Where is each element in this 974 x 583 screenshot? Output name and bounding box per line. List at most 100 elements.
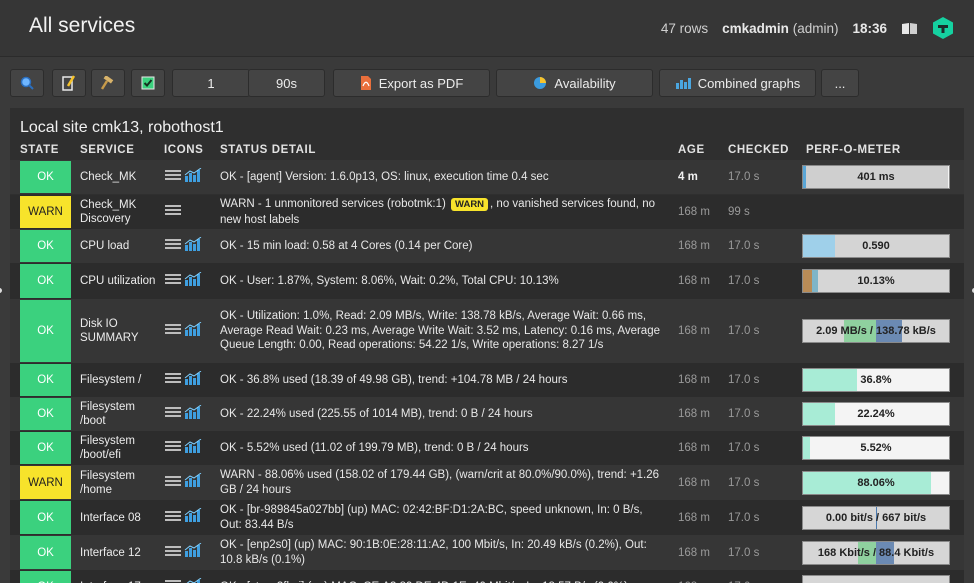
checked-value: 17.0 s: [728, 171, 760, 183]
age-value: 168 m: [678, 476, 710, 489]
col-service[interactable]: SERVICE: [80, 144, 134, 156]
perf-label: 2.09 MB/s / 138.78 kB/s: [816, 325, 936, 337]
service-name[interactable]: Disk IO SUMMARY: [80, 299, 160, 363]
refresh-interval[interactable]: 90s: [248, 69, 325, 97]
table-row[interactable]: OK Interface 08 OK - [br-989845a027bb] (up…: [10, 500, 964, 535]
action-menu-icon[interactable]: [165, 405, 181, 423]
status-detail: OK - [br-989845a027bb] (up) MAC: 02:42:B…: [220, 500, 665, 535]
status-detail-text: WARN - 1 unmonitored services (robotmk:1…: [220, 198, 450, 210]
graph-icon[interactable]: [184, 577, 202, 583]
graph-icon[interactable]: [184, 236, 202, 256]
age-value: 168 m: [678, 408, 710, 420]
status-detail-text: OK - Utilization: 1.0%, Read: 2.09 MB/s,…: [220, 310, 660, 352]
row-icons: [165, 363, 207, 397]
perf-o-meter[interactable]: 88.06%: [802, 471, 950, 495]
service-name[interactable]: Check_MK Discovery: [80, 195, 160, 229]
status-detail: OK - 15 min load: 0.58 at 4 Cores (0.14 …: [220, 229, 665, 263]
graph-icon[interactable]: [184, 404, 202, 424]
graph-icon[interactable]: [184, 507, 202, 527]
perf-o-meter[interactable]: 0.00 bit/s / 667 bit/s: [802, 506, 950, 530]
table-row[interactable]: OK Filesystem /boot OK - 22.24% used (225.…: [10, 397, 964, 431]
combined-graphs-button[interactable]: Combined graphs: [659, 69, 816, 97]
action-menu-icon[interactable]: [165, 322, 181, 340]
perf-o-meter[interactable]: 2.09 MB/s / 138.78 kB/s: [802, 319, 950, 343]
action-menu-icon[interactable]: [165, 272, 181, 290]
table-row[interactable]: OK Interface 12 OK - [enp2s0] (up) MAC: 90…: [10, 535, 964, 570]
service-name[interactable]: Filesystem /home: [80, 465, 160, 500]
row-count: 47 rows: [660, 20, 709, 36]
graph-icon[interactable]: [184, 271, 202, 291]
graph-icon[interactable]: [184, 167, 202, 187]
state-badge: OK: [20, 300, 71, 362]
status-detail-text: OK - 22.24% used (225.55 of 1014 MB), tr…: [220, 407, 533, 420]
table-row[interactable]: OK Filesystem /boot/efi OK - 5.52% used (1…: [10, 431, 964, 465]
col-status-detail[interactable]: STATUS DETAIL: [220, 144, 316, 156]
action-menu-icon[interactable]: [165, 168, 181, 186]
service-name[interactable]: Check_MK: [80, 160, 160, 194]
perf-o-meter[interactable]: 5.52%: [802, 436, 950, 460]
action-menu-icon[interactable]: [165, 371, 181, 389]
perf-o-meter[interactable]: [802, 575, 950, 583]
search-button[interactable]: [10, 69, 44, 97]
service-name[interactable]: Interface 17: [80, 570, 160, 583]
state-badge: OK: [20, 161, 71, 193]
perf-label: 22.24%: [857, 408, 895, 420]
service-name[interactable]: Interface 08: [80, 500, 160, 535]
table-row[interactable]: WARN Filesystem /home WARN - 88.06% used (…: [10, 465, 964, 500]
table-row[interactable]: OK Check_MK OK - [agent] Version: 1.6.0p13…: [10, 160, 964, 194]
service-name[interactable]: Filesystem /: [80, 363, 160, 397]
checkbox-toggle-button[interactable]: [131, 69, 165, 97]
edit-view-button[interactable]: [52, 69, 86, 97]
col-state[interactable]: STATE: [20, 144, 59, 156]
service-name[interactable]: Interface 12: [80, 535, 160, 570]
state-badge: OK: [20, 264, 71, 298]
graph-icon[interactable]: [184, 472, 202, 492]
action-menu-icon[interactable]: [165, 474, 181, 492]
service-name[interactable]: CPU load: [80, 229, 160, 263]
col-age[interactable]: AGE: [678, 144, 705, 156]
table-row[interactable]: OK Interface 17 OK - [ztyxa3fbyi] (up) MAC…: [10, 570, 964, 583]
user-info[interactable]: cmkadmin (admin): [722, 21, 838, 36]
service-name[interactable]: Filesystem /boot/efi: [80, 431, 160, 465]
status-detail-text: OK - 15 min load: 0.58 at 4 Cores (0.14 …: [220, 239, 473, 252]
bookmark-book-icon[interactable]: [901, 22, 918, 35]
table-row[interactable]: OK Filesystem / OK - 36.8% used (18.39 of …: [10, 363, 964, 397]
more-button[interactable]: ...: [821, 69, 859, 97]
export-pdf-button[interactable]: Export as PDF: [333, 69, 490, 97]
graph-icon[interactable]: [184, 542, 202, 562]
table-row[interactable]: OK CPU utilization OK - User: 1.87%, Syste…: [10, 263, 964, 299]
perf-o-meter[interactable]: 10.13%: [802, 269, 950, 293]
action-menu-icon[interactable]: [165, 203, 181, 221]
graph-icon[interactable]: [184, 370, 202, 390]
checkbox-icon: [141, 76, 155, 90]
perf-o-meter[interactable]: 168 Kbit/s / 88.4 Kbit/s: [802, 541, 950, 565]
service-name[interactable]: CPU utilization: [80, 263, 160, 299]
action-menu-icon[interactable]: [165, 237, 181, 255]
availability-icon: [534, 77, 547, 89]
availability-label: Availability: [554, 75, 616, 91]
perf-o-meter[interactable]: 401 ms: [802, 165, 950, 189]
refresh-count[interactable]: 1: [172, 69, 250, 97]
action-menu-icon[interactable]: [165, 544, 181, 562]
table-row[interactable]: WARN Check_MK Discovery WARN - 1 unmonitor…: [10, 195, 964, 229]
table-row[interactable]: OK Disk IO SUMMARY OK - Utilization: 1.0%,…: [10, 299, 964, 363]
action-menu-icon[interactable]: [165, 509, 181, 527]
table-row[interactable]: OK CPU load OK - 15 min load: 0.58 at 4 Co…: [10, 229, 964, 263]
perf-label: 0.590: [862, 240, 890, 252]
perf-o-meter[interactable]: 36.8%: [802, 368, 950, 392]
col-perfometer[interactable]: PERF-O-METER: [806, 144, 901, 156]
perf-o-meter[interactable]: 22.24%: [802, 402, 950, 426]
col-checked[interactable]: CHECKED: [728, 144, 789, 156]
perf-o-meter[interactable]: 0.590: [802, 234, 950, 258]
graph-icon[interactable]: [184, 321, 202, 341]
col-icons[interactable]: ICONS: [164, 144, 203, 156]
service-name[interactable]: Filesystem /boot: [80, 397, 160, 431]
availability-button[interactable]: Availability: [496, 69, 653, 97]
state-badge: WARN: [20, 466, 71, 499]
checkmk-logo-icon[interactable]: [932, 17, 954, 39]
graph-icon[interactable]: [184, 438, 202, 458]
commands-button[interactable]: [91, 69, 125, 97]
state-badge: OK: [20, 432, 71, 464]
action-menu-icon[interactable]: [165, 439, 181, 457]
action-menu-icon[interactable]: [165, 578, 181, 583]
